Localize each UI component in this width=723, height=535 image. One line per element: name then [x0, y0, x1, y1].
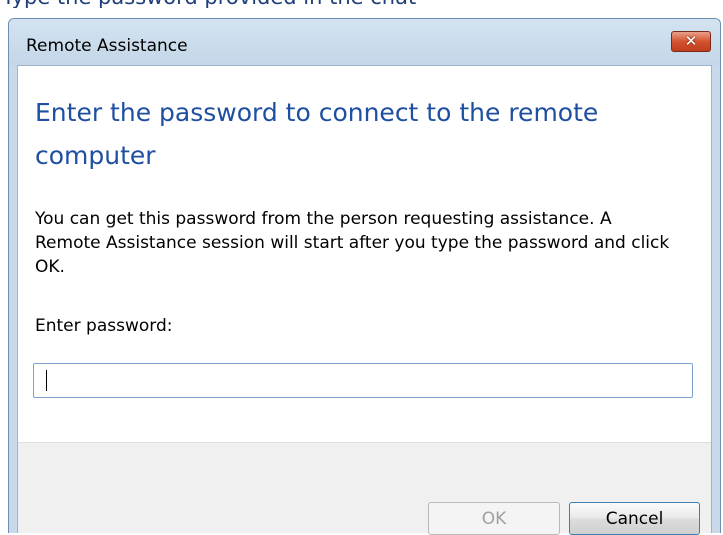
- ok-button[interactable]: OK: [428, 502, 560, 535]
- remote-assistance-dialog: Remote Assistance ✕ Enter the password t…: [8, 18, 721, 535]
- password-label: Enter password:: [35, 316, 173, 336]
- close-icon: ✕: [684, 32, 698, 50]
- dialog-description: You can get this password from the perso…: [35, 209, 670, 277]
- title-bar[interactable]: Remote Assistance ✕: [9, 19, 720, 65]
- text-cursor: [46, 370, 47, 391]
- close-button[interactable]: ✕: [671, 31, 711, 52]
- window-title: Remote Assistance: [26, 36, 188, 56]
- button-bar: OK Cancel: [18, 442, 711, 535]
- background-window-text-clip: Type the password provided in the chat: [0, 0, 723, 8]
- dialog-heading: Enter the password to connect to the rem…: [35, 98, 599, 170]
- background-window-text: Type the password provided in the chat: [2, 0, 416, 8]
- cancel-button[interactable]: Cancel: [569, 502, 700, 535]
- password-input[interactable]: [33, 363, 693, 398]
- dialog-body: Enter the password to connect to the rem…: [17, 65, 712, 535]
